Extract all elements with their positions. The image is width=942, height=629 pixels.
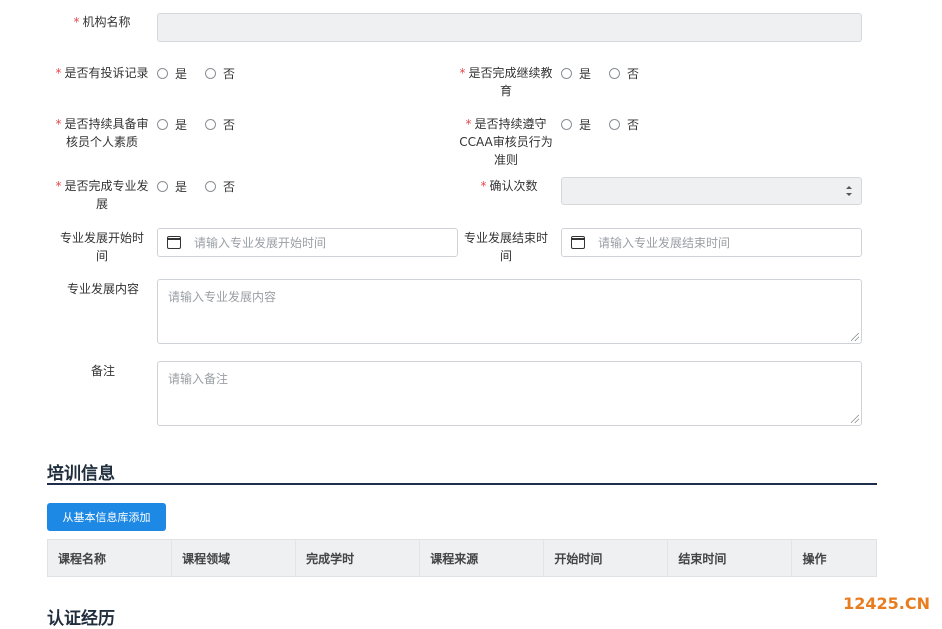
continuing-edu-yes-radio[interactable]: 是 bbox=[561, 65, 591, 82]
resize-grip-icon[interactable] bbox=[851, 415, 859, 423]
dev-start-date-input[interactable] bbox=[157, 228, 458, 257]
prof-dev-radio-group: 是 否 bbox=[157, 177, 253, 195]
prof-dev-label: * 是否完成专业发展 bbox=[55, 179, 149, 211]
calendar-icon bbox=[571, 236, 585, 249]
radio-circle-icon bbox=[157, 67, 168, 79]
column-header-actions: 操作 bbox=[802, 551, 827, 566]
column-header-source[interactable]: 课程来源 bbox=[420, 540, 545, 576]
remark-label: 备注 bbox=[90, 364, 115, 378]
confirm-count-label: * 确认次数 bbox=[480, 179, 538, 193]
column-header-course-name[interactable]: 课程名称 bbox=[48, 540, 173, 576]
training-table-header: 课程名称 课程领域 完成学时 课程来源 开始时间 结束时间 操作 bbox=[47, 539, 877, 577]
training-section-divider bbox=[47, 483, 877, 485]
dev-start-input[interactable] bbox=[192, 229, 452, 256]
prof-dev-yes-radio[interactable]: 是 bbox=[157, 178, 187, 195]
continuing-edu-label: * 是否完成继续教育 bbox=[459, 66, 553, 98]
dev-end-input[interactable] bbox=[596, 229, 856, 256]
code-of-conduct-no-radio[interactable]: 否 bbox=[609, 116, 639, 133]
select-arrows-icon bbox=[846, 186, 852, 196]
column-header-end-time[interactable]: 结束时间 bbox=[668, 540, 793, 576]
column-header-course-field[interactable]: 课程领域 bbox=[172, 540, 297, 576]
dev-content-textarea-box bbox=[157, 279, 862, 344]
remark-textarea-box bbox=[157, 361, 862, 426]
personal-quality-radio-group: 是 否 bbox=[157, 115, 253, 133]
radio-circle-icon bbox=[609, 67, 621, 79]
radio-circle-icon bbox=[205, 118, 217, 130]
required-mark: * bbox=[73, 15, 80, 29]
add-from-library-button[interactable]: 从基本信息库添加 bbox=[47, 503, 166, 531]
prof-dev-no-radio[interactable]: 否 bbox=[205, 178, 235, 195]
personal-quality-label: * 是否持续具备审核员个人素质 bbox=[55, 117, 149, 149]
column-header-start-time[interactable]: 开始时间 bbox=[544, 540, 669, 576]
complaint-no-radio[interactable]: 否 bbox=[205, 65, 235, 82]
radio-circle-icon bbox=[157, 180, 168, 192]
code-of-conduct-label: * 是否持续遵守CCAA审核员行为准则 bbox=[459, 117, 553, 167]
org-name-field[interactable] bbox=[157, 13, 862, 42]
radio-circle-icon bbox=[561, 67, 572, 79]
continuing-edu-no-radio[interactable]: 否 bbox=[609, 65, 639, 82]
radio-circle-icon bbox=[205, 67, 217, 79]
dev-start-label: 专业发展开始时间 bbox=[59, 231, 144, 263]
remark-textarea[interactable] bbox=[158, 362, 861, 425]
watermark: 12425.CN bbox=[843, 594, 930, 613]
code-of-conduct-radio-group: 是 否 bbox=[561, 115, 657, 133]
dev-end-label: 专业发展结束时间 bbox=[463, 231, 548, 263]
training-section-title: 培训信息 bbox=[47, 464, 115, 484]
column-header-hours[interactable]: 完成学时 bbox=[296, 540, 421, 576]
complaint-label: * 是否有投诉记录 bbox=[55, 66, 149, 80]
dev-content-label: 专业发展内容 bbox=[66, 282, 139, 296]
calendar-icon bbox=[167, 236, 181, 249]
continuing-edu-radio-group: 是 否 bbox=[561, 64, 657, 82]
complaint-radio-group: 是 否 bbox=[157, 64, 253, 82]
radio-circle-icon bbox=[561, 118, 572, 130]
code-of-conduct-yes-radio[interactable]: 是 bbox=[561, 116, 591, 133]
certification-section-title: 认证经历 bbox=[47, 609, 115, 629]
personal-quality-yes-radio[interactable]: 是 bbox=[157, 116, 187, 133]
radio-circle-icon bbox=[205, 180, 217, 192]
org-name-label: * 机构名称 bbox=[73, 15, 131, 29]
dev-end-date-input[interactable] bbox=[561, 228, 862, 257]
dev-content-textarea[interactable] bbox=[158, 280, 861, 343]
personal-quality-no-radio[interactable]: 否 bbox=[205, 116, 235, 133]
confirm-count-select[interactable] bbox=[561, 177, 862, 205]
resize-grip-icon[interactable] bbox=[851, 333, 859, 341]
radio-circle-icon bbox=[157, 118, 168, 130]
radio-circle-icon bbox=[609, 118, 621, 130]
complaint-yes-radio[interactable]: 是 bbox=[157, 65, 187, 82]
